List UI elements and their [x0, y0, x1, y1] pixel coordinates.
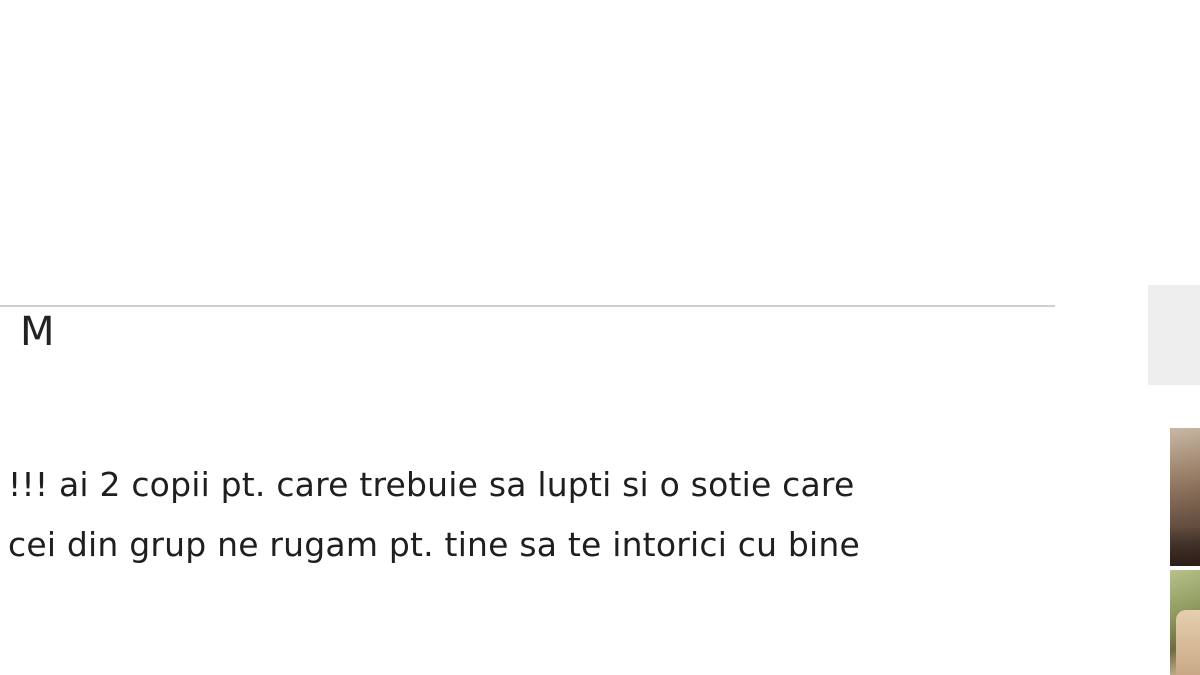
content-header-area: [0, 0, 1060, 305]
section-divider: [0, 305, 1055, 307]
photo-shading: [1170, 526, 1200, 566]
comment-line-1: !!! ai 2 copii pt. care trebuie sa lupti…: [8, 465, 855, 504]
profile-photo-thumbnail[interactable]: [1170, 570, 1200, 675]
comment-text: !!! ai 2 copii pt. care trebuie sa lupti…: [8, 455, 1048, 575]
sidebar-tab-label: M: [20, 309, 55, 355]
comment-line-2: cei din grup ne rugam pt. tine sa te int…: [8, 525, 861, 564]
sidebar-tab[interactable]: [1148, 285, 1200, 385]
photo-shading: [1176, 610, 1200, 675]
profile-photo-thumbnail[interactable]: [1170, 428, 1200, 566]
